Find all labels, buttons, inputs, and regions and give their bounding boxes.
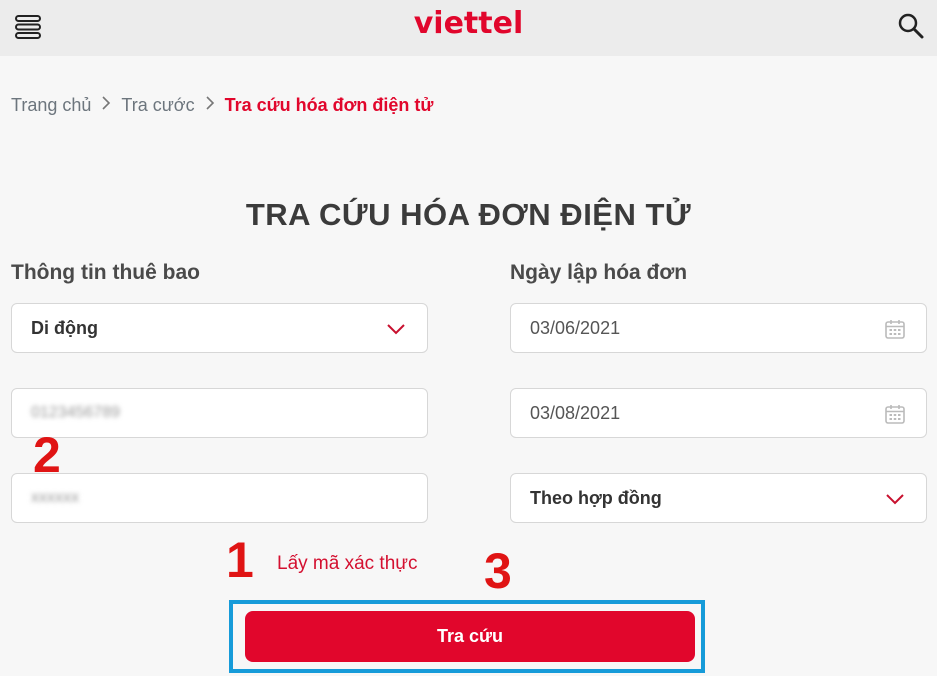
get-otp-link[interactable]: Lấy mã xác thực — [277, 553, 418, 575]
breadcrumb-home[interactable]: Trang chủ — [11, 95, 91, 116]
date-from-input[interactable]: 03/06/2021 — [510, 303, 927, 353]
lookup-type-select[interactable]: Theo hợp đồng — [510, 473, 927, 523]
chevron-right-icon — [91, 95, 121, 116]
subscriber-info-label: Thông tin thuê bao — [11, 261, 200, 284]
breadcrumb: Trang chủ Tra cước Tra cứu hóa đơn điện … — [11, 95, 433, 116]
breadcrumb-current: Tra cứu hóa đơn điện tử — [224, 95, 434, 115]
phone-number-input[interactable]: 0123456789 — [11, 388, 428, 438]
annotation-marker-1: 1 — [226, 532, 254, 588]
app-header: viettel — [0, 0, 937, 56]
viettel-logo[interactable]: viettel — [0, 6, 937, 41]
breadcrumb-tra-cuoc[interactable]: Tra cước — [121, 95, 194, 116]
date-to-input[interactable]: 03/08/2021 — [510, 388, 927, 438]
chevron-down-icon — [884, 488, 906, 510]
chevron-down-icon — [385, 318, 407, 340]
invoice-date-label: Ngày lập hóa đơn — [510, 261, 688, 284]
otp-code-value: xxxxxx — [31, 489, 79, 506]
calendar-icon[interactable] — [884, 403, 906, 425]
lookup-submit-button[interactable]: Tra cứu — [245, 611, 695, 662]
date-to-value: 03/08/2021 — [530, 402, 621, 423]
calendar-icon[interactable] — [884, 318, 906, 340]
subscriber-type-value: Di động — [31, 317, 98, 338]
page-title: TRA CỨU HÓA ĐƠN ĐIỆN TỬ — [245, 197, 692, 232]
date-from-value: 03/06/2021 — [530, 317, 621, 338]
otp-code-input[interactable]: xxxxxx — [11, 473, 428, 523]
annotation-marker-3: 3 — [484, 543, 512, 599]
lookup-type-value: Theo hợp đồng — [530, 487, 662, 508]
subscriber-type-select[interactable]: Di động — [11, 303, 428, 353]
chevron-right-icon — [195, 95, 225, 116]
annotation-marker-2: 2 — [33, 427, 61, 483]
phone-number-value: 0123456789 — [31, 404, 120, 421]
search-icon[interactable] — [897, 12, 925, 40]
submit-highlight-box: Tra cứu — [229, 600, 705, 673]
